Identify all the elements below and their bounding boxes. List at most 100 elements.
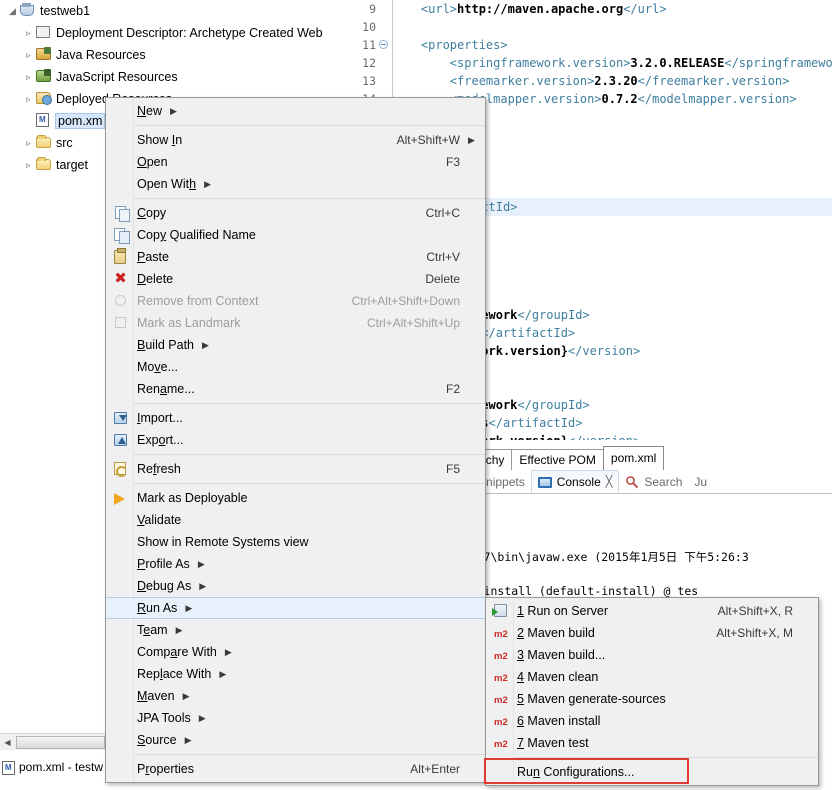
active-editor-tab[interactable]: pom.xml - testw (2, 756, 103, 778)
menu-item-debug-as[interactable]: Debug As ▶ (106, 575, 485, 597)
code-line[interactable]: <springframework.version>3.2.0.RELEASE</… (390, 54, 832, 72)
scrollbar-thumb[interactable] (16, 735, 105, 749)
maven-m2-icon: m2 (494, 629, 508, 640)
tree-twisty-icon[interactable]: ▹ (22, 44, 35, 66)
menu-item-7-maven-test[interactable]: m2 7 Maven test (486, 732, 818, 754)
maven-m2-icon: m2 (494, 717, 508, 728)
menu-item-1-run-on-server[interactable]: 1 Run on Server Alt+Shift+X, R (486, 600, 818, 622)
menu-item-label: 1 Run on Server (517, 604, 609, 618)
menu-item-5-maven-generate-sources[interactable]: m2 5 Maven generate-sources (486, 688, 818, 710)
menu-item-label: Source (137, 733, 177, 747)
run-as-submenu-item-list[interactable]: 1 Run on Server Alt+Shift+X, R m2 2 Maven b… (486, 600, 818, 783)
tree-item-testweb1[interactable]: ◢ testweb1 (0, 0, 344, 22)
menu-item-export[interactable]: Export... (106, 429, 485, 451)
menu-item-compare-with[interactable]: Compare With ▶ (106, 641, 485, 663)
menu-item-2-maven-build[interactable]: m2 2 Maven build Alt+Shift+X, M (486, 622, 818, 644)
menu-item-paste[interactable]: Paste Ctrl+V (106, 246, 485, 268)
menu-item-label: Export... (137, 433, 184, 447)
chevron-right-icon: ▶ (219, 668, 227, 679)
menu-item-label: Open With (137, 177, 197, 191)
tree-twisty-icon[interactable]: ▹ (22, 22, 35, 44)
menu-item-label: 4 Maven clean (517, 670, 599, 684)
close-icon[interactable]: ╳ (606, 475, 613, 488)
menu-item-new[interactable]: New ▶ (106, 100, 485, 122)
code-line[interactable]: <freemarker.version>2.3.20</freemarker.v… (390, 72, 832, 90)
menu-item-3-maven-build[interactable]: m2 3 Maven build... (486, 644, 818, 666)
menu-item-4-maven-clean[interactable]: m2 4 Maven clean (486, 666, 818, 688)
tree-item-javascript-resources[interactable]: ▹ JavaScript Resources (0, 66, 344, 88)
tree-item-label: JavaScript Resources (56, 70, 178, 84)
maven-m2-icon: m2 (494, 651, 508, 662)
menu-item-6-maven-install[interactable]: m2 6 Maven install (486, 710, 818, 732)
menu-item-refresh[interactable]: Refresh F5 (106, 458, 485, 480)
menu-item-shortcut: Ctrl+Alt+Shift+Down (351, 294, 460, 308)
chevron-right-icon: ▶ (197, 558, 205, 569)
tree-twisty-icon[interactable]: ▹ (22, 88, 35, 110)
menu-item-run-as[interactable]: Run As ▶ (106, 597, 485, 619)
menu-item-label: Run As (137, 601, 178, 615)
code-line[interactable]: <url>http://maven.apache.org</url> (390, 0, 832, 18)
menu-item-label: Run Configurations... (517, 765, 635, 779)
menu-item-maven[interactable]: Maven ▶ (106, 685, 485, 707)
menu-item-import[interactable]: Import... (106, 407, 485, 429)
tree-twisty-icon[interactable]: ▹ (22, 154, 35, 176)
menu-item-show-in-remote-systems-view[interactable]: Show in Remote Systems view (106, 531, 485, 553)
code-line[interactable] (390, 18, 832, 36)
menu-item-delete[interactable]: ✖ Delete Delete (106, 268, 485, 290)
line-number: 10 (362, 20, 376, 34)
pom-editor-tab-effective-pom[interactable]: Effective POM (511, 449, 604, 470)
menu-item-label: Copy (137, 206, 167, 220)
paste-icon (112, 248, 128, 265)
view-tab-search[interactable]: Search (619, 470, 688, 493)
explorer-horizontal-scrollbar[interactable]: ◀ (0, 733, 106, 750)
pom-editor-tab-pom-xml[interactable]: pom.xml (602, 446, 665, 470)
menu-item-label: Import... (137, 411, 183, 425)
deployed-resources-icon (35, 90, 53, 106)
tree-twisty-icon[interactable]: ◢ (6, 0, 19, 22)
menu-item-label: Show in Remote Systems view (137, 535, 309, 549)
project-explorer-context-menu[interactable]: New ▶ Show In Alt+Shift+W ▶ Open F3 Open With ▶ C… (105, 97, 486, 783)
menu-item-copy-qualified-name[interactable]: Copy Qualified Name (106, 224, 485, 246)
tree-item-label: target (56, 158, 88, 172)
menu-item-move[interactable]: Move... (106, 356, 485, 378)
tree-twisty-icon[interactable]: ▹ (22, 132, 35, 154)
menu-item-team[interactable]: Team ▶ (106, 619, 485, 641)
tree-item-deployment-descriptor-archetype-created-web[interactable]: ▹ Deployment Descriptor: Archetype Create… (0, 22, 344, 44)
menu-item-mark-as-deployable[interactable]: Mark as Deployable (106, 487, 485, 509)
chevron-right-icon: ▶ (185, 602, 193, 613)
run-on-server-icon (492, 603, 508, 619)
copy-qualified-name-icon (112, 227, 130, 244)
code-line[interactable]: <properties> (390, 36, 832, 54)
menu-item-rename[interactable]: Rename... F2 (106, 378, 485, 400)
menu-item-copy[interactable]: Copy Ctrl+C (106, 202, 485, 224)
scroll-left-arrow-icon[interactable]: ◀ (0, 735, 15, 750)
menu-item-jpa-tools[interactable]: JPA Tools ▶ (106, 707, 485, 729)
run-as-submenu[interactable]: 1 Run on Server Alt+Shift+X, R m2 2 Maven b… (485, 597, 819, 786)
menu-item-validate[interactable]: Validate (106, 509, 485, 531)
menu-item-show-in[interactable]: Show In Alt+Shift+W ▶ (106, 129, 485, 151)
tree-item-java-resources[interactable]: ▹ Java Resources (0, 44, 344, 66)
tree-twisty-icon[interactable]: ▹ (22, 66, 35, 88)
menu-item-run-configurations[interactable]: Run Configurations... (486, 761, 818, 783)
menu-item-open-with[interactable]: Open With ▶ (106, 173, 485, 195)
context-menu-item-list[interactable]: New ▶ Show In Alt+Shift+W ▶ Open F3 Open With ▶ C… (106, 100, 485, 780)
menu-item-replace-with[interactable]: Replace With ▶ (106, 663, 485, 685)
menu-item-source[interactable]: Source ▶ (106, 729, 485, 751)
menu-item-shortcut: F5 (445, 462, 460, 476)
view-tab-console[interactable]: Console ╳ (530, 470, 620, 493)
mark-as-deployable-icon (112, 490, 128, 506)
menu-item-label: Refresh (137, 462, 181, 476)
fold-toggle-icon[interactable] (379, 40, 388, 49)
menu-item-build-path[interactable]: Build Path ▶ (106, 334, 485, 356)
menu-item-properties[interactable]: Properties Alt+Enter (106, 758, 485, 780)
menu-item-open[interactable]: Open F3 (106, 151, 485, 173)
view-tab-label: Search (644, 474, 683, 489)
view-tab-ju[interactable]: Ju (688, 470, 713, 493)
menu-separator (134, 483, 485, 484)
eclipse-ide-window: ◢ testweb1 ▹ Deployment Descriptor: Archety… (0, 0, 832, 790)
menu-item-label: JPA Tools (137, 711, 191, 725)
menu-item-label: 7 Maven test (517, 736, 589, 750)
menu-item-profile-as[interactable]: Profile As ▶ (106, 553, 485, 575)
menu-item-label: Properties (137, 762, 194, 776)
line-number: 12 (362, 56, 376, 70)
